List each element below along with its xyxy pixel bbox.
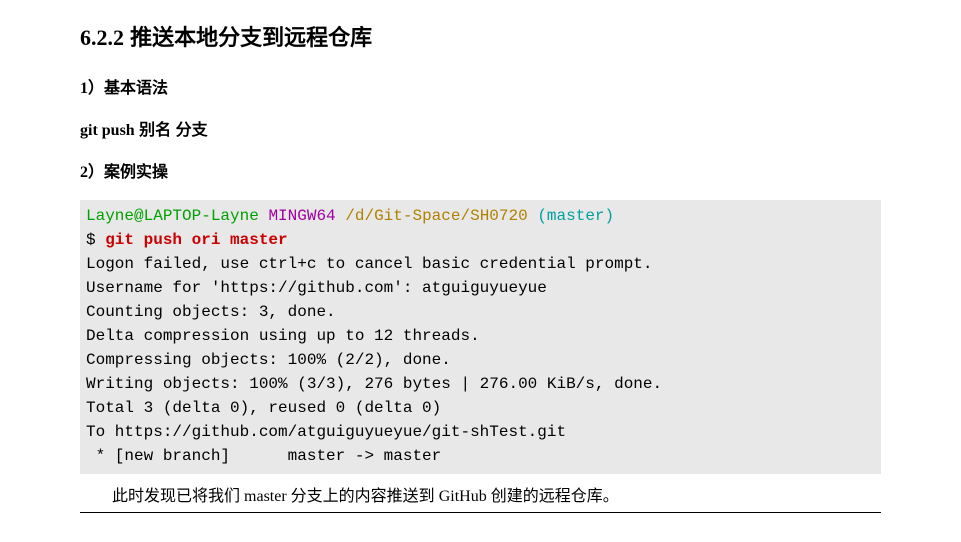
terminal-user: Layne@LAPTOP-Layne [86,207,259,225]
footnote-part: 分支上的内容推送到 [287,488,439,505]
footnote-part: 此时发现已将我们 [112,488,244,505]
subheading-number: 2） [80,164,104,181]
terminal-output-line: * [new branch] master -> master [86,447,441,465]
terminal-output-line: Total 3 (delta 0), reused 0 (delta 0) [86,399,441,417]
terminal-branch: (master) [537,207,614,225]
terminal-dollar: $ [86,231,105,249]
terminal-path: /d/Git-Space/SH0720 [345,207,527,225]
footnote-latin: GitHub [439,488,487,505]
syntax-args: 别名 分支 [135,122,208,139]
subheading-number: 1） [80,80,104,97]
footnote-text: 此时发现已将我们 master 分支上的内容推送到 GitHub 创建的远程仓库… [80,482,881,506]
terminal-command: git push ori master [105,231,287,249]
terminal-output-line: Logon failed, use ctrl+c to cancel basic… [86,255,653,273]
footnote-latin: master [244,488,287,505]
subheading-title: 基本语法 [104,80,168,97]
terminal-output-line: To https://github.com/atguiguyueyue/git-… [86,423,566,441]
syntax-command: git push [80,122,135,139]
terminal-output-line: Counting objects: 3, done. [86,303,336,321]
terminal-output-line: Writing objects: 100% (3/3), 276 bytes |… [86,375,662,393]
terminal-output-line: Username for 'https://github.com': atgui… [86,279,547,297]
terminal-output-line: Delta compression using up to 12 threads… [86,327,480,345]
syntax-line: git push 别名 分支 [80,116,881,140]
subheading-example: 2）案例实操 [80,158,881,182]
terminal-host: MINGW64 [268,207,335,225]
subheading-title: 案例实操 [104,164,168,181]
terminal-output-line: Compressing objects: 100% (2/2), done. [86,351,451,369]
horizontal-rule [80,512,881,513]
section-heading: 6.2.2 推送本地分支到远程仓库 [80,20,881,52]
terminal-block: Layne@LAPTOP-Layne MINGW64 /d/Git-Space/… [80,200,881,474]
heading-title: 推送本地分支到远程仓库 [130,25,372,50]
heading-number: 6.2.2 [80,25,124,50]
footnote-part: 创建的远程仓库。 [487,488,619,505]
subheading-syntax: 1）基本语法 [80,74,881,98]
